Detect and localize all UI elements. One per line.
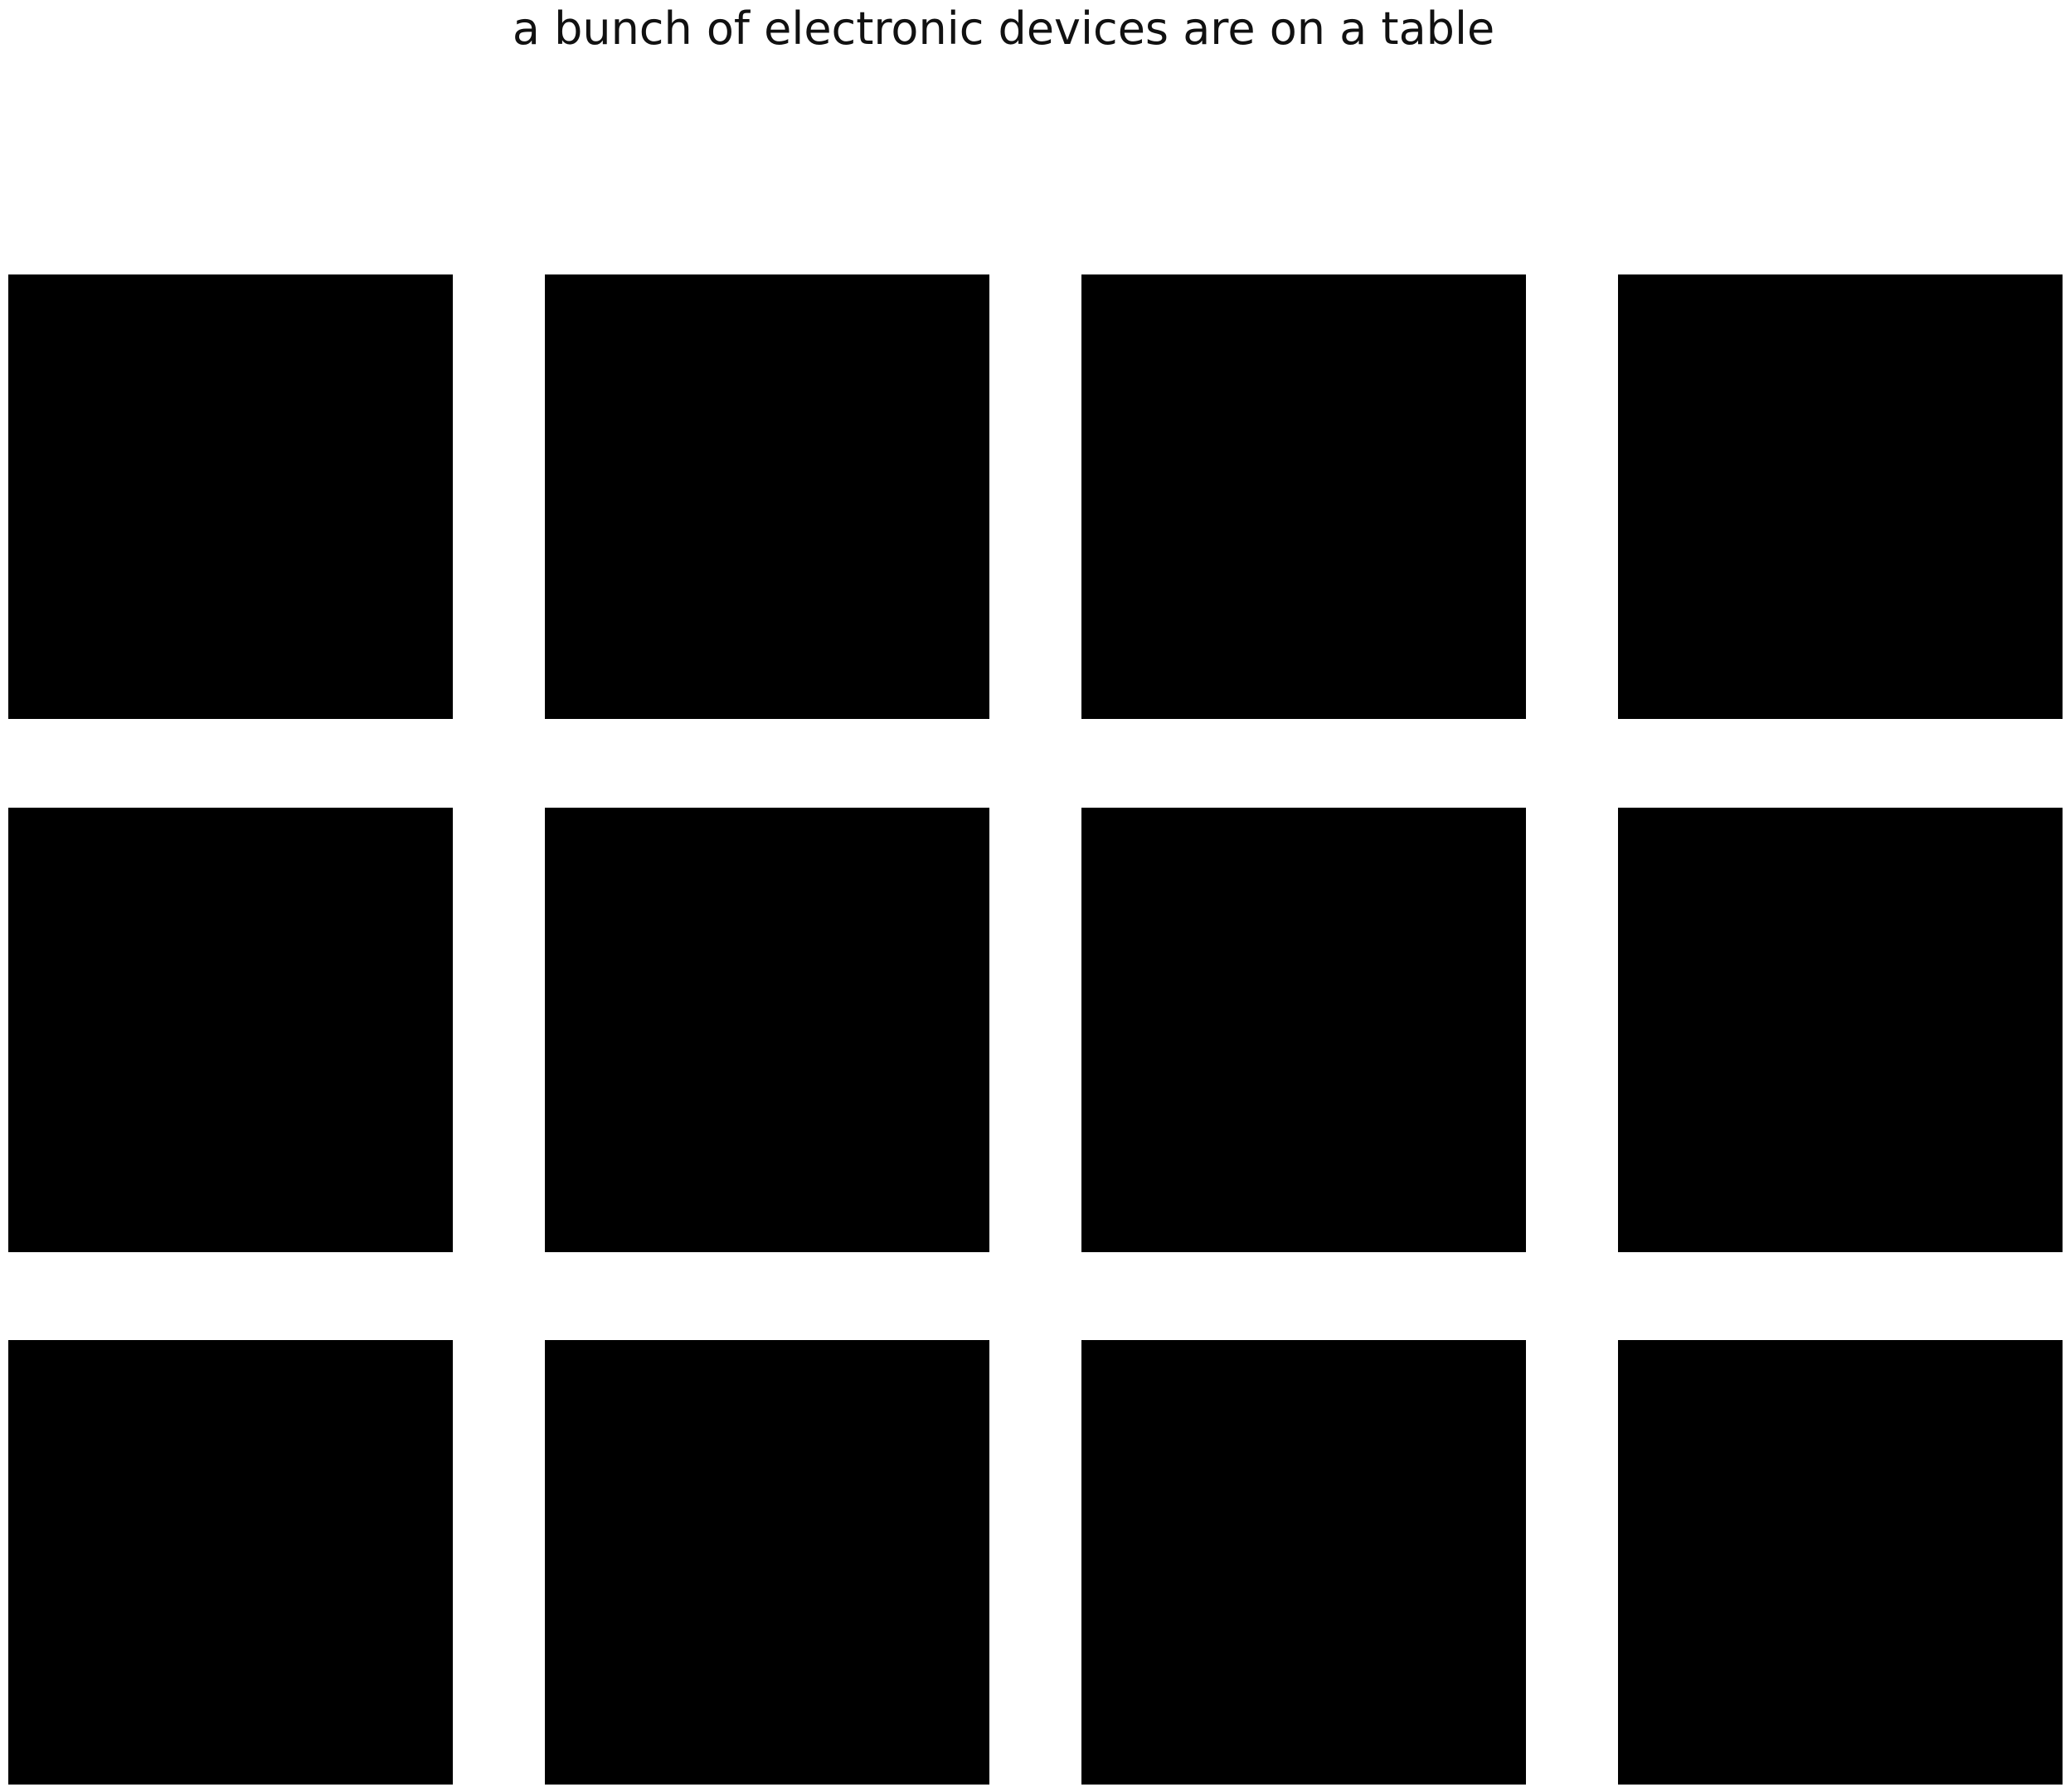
generated-image-10	[545, 1340, 989, 1785]
generated-image-8	[1618, 808, 2063, 1252]
image-panel-8	[1618, 808, 2063, 1252]
generated-image-7	[1081, 808, 1526, 1252]
image-panel-6	[545, 808, 989, 1252]
generated-image-6	[545, 808, 989, 1252]
image-panel-3	[1081, 274, 1526, 719]
image-panel-10	[545, 1340, 989, 1785]
image-panel-5	[8, 808, 453, 1252]
generated-image-12	[1618, 1340, 2063, 1785]
image-panel-12	[1618, 1340, 2063, 1785]
generated-image-5	[8, 808, 453, 1252]
image-panel-11	[1081, 1340, 1526, 1785]
image-panel-9	[8, 1340, 453, 1785]
generated-image-4	[1618, 274, 2063, 719]
generated-image-3	[1081, 274, 1526, 719]
image-panel-2	[545, 274, 989, 719]
image-panel-1	[8, 274, 453, 719]
figure-title: a bunch of electronic devices are on a t…	[512, 2, 1495, 55]
generated-image-2	[545, 274, 989, 719]
image-panel-7	[1081, 808, 1526, 1252]
generated-image-11	[1081, 1340, 1526, 1785]
generated-image-9	[8, 1340, 453, 1785]
image-panel-4	[1618, 274, 2063, 719]
generated-image-1	[8, 274, 453, 719]
